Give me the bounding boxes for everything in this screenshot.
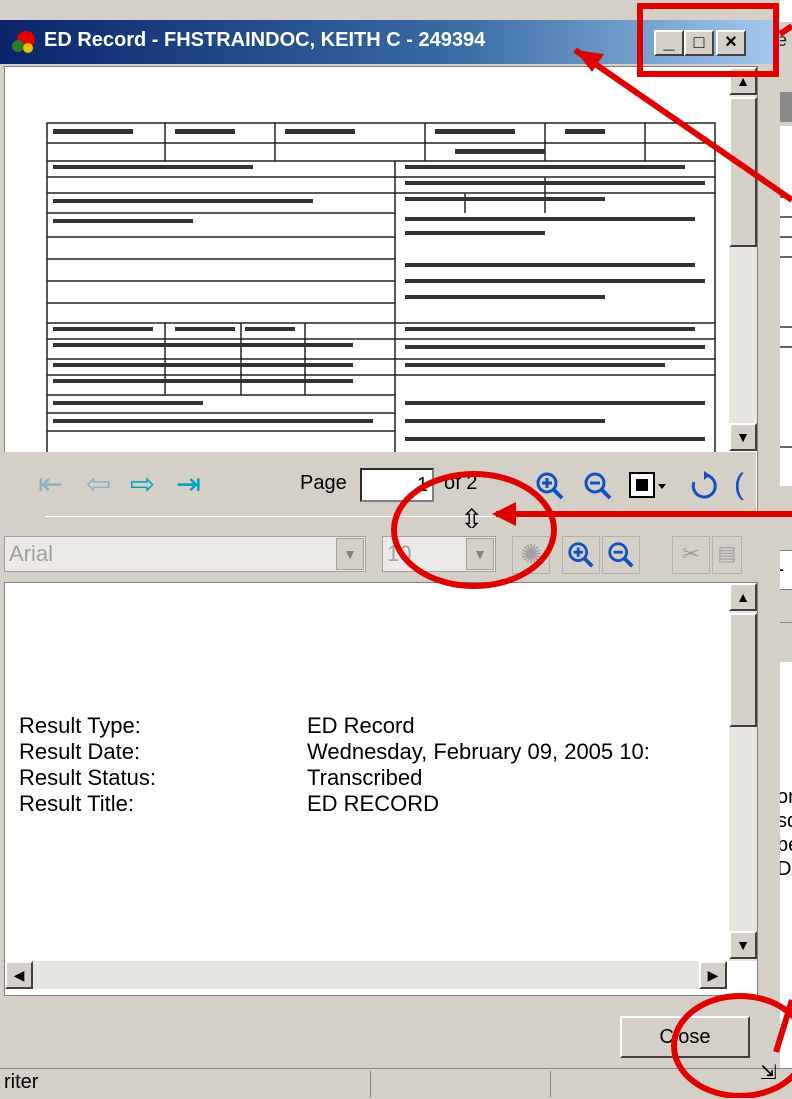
first-page-icon[interactable]: ⇤ xyxy=(38,470,63,500)
font-zoom-out-icon[interactable] xyxy=(602,536,640,574)
text-horizontal-scrollbar[interactable]: ◀ ▶ xyxy=(5,961,727,989)
result-row: Result Type: ED Record xyxy=(19,713,415,739)
scrollbar-thumb[interactable] xyxy=(729,97,757,247)
page-count-label: of 2 xyxy=(444,472,478,494)
result-value: Transcribed xyxy=(307,765,423,790)
fit-page-icon[interactable] xyxy=(628,470,668,502)
maximize-button[interactable]: □ xyxy=(684,30,714,56)
scroll-up-arrow-icon[interactable]: ▲ xyxy=(729,67,757,95)
ed-record-dialog: ED Record - FHSTRAINDOC, KEITH C - 24939… xyxy=(0,0,780,1098)
prev-page-icon[interactable]: ⇦ xyxy=(86,470,111,500)
close-button[interactable]: Close xyxy=(620,1016,750,1058)
close-window-button[interactable]: × xyxy=(716,30,746,56)
status-separator xyxy=(370,1071,371,1097)
result-label: Result Type: xyxy=(19,713,141,738)
status-bar: riter xyxy=(0,1068,792,1099)
scroll-right-arrow-icon[interactable]: ▶ xyxy=(699,961,727,989)
result-label: Result Status: xyxy=(19,765,156,790)
next-page-icon[interactable]: ⇨ xyxy=(130,470,155,500)
font-size-value: 10 xyxy=(387,541,412,566)
chevron-down-icon[interactable]: ▼ xyxy=(336,538,364,570)
title-bar[interactable]: ED Record - FHSTRAINDOC, KEITH C - 24939… xyxy=(0,20,780,64)
font-name-value: Arial xyxy=(9,541,54,566)
result-label: Result Date: xyxy=(19,739,141,764)
status-text: riter xyxy=(4,1071,39,1093)
page-number-input[interactable]: 1 xyxy=(360,468,434,502)
result-value: ED RECORD xyxy=(307,791,440,816)
viewer-vertical-scrollbar[interactable]: ▲ ▼ xyxy=(729,67,757,451)
rotate-ccw-icon[interactable]: ( xyxy=(734,470,744,500)
scroll-down-arrow-icon[interactable]: ▼ xyxy=(729,931,757,959)
text-vertical-scrollbar[interactable]: ▲ ▼ xyxy=(729,583,757,961)
result-value: Wednesday, February 09, 2005 10: xyxy=(307,739,650,764)
result-text-area[interactable]: Result Type: ED Record Result Date: Wednes… xyxy=(4,582,758,996)
scroll-up-arrow-icon[interactable]: ▲ xyxy=(729,583,757,611)
status-separator xyxy=(550,1071,551,1097)
paste-icon[interactable]: ▤ xyxy=(712,536,742,574)
result-row: Result Title: ED RECORD xyxy=(19,791,439,817)
cut-icon[interactable]: ✂ xyxy=(672,536,710,574)
last-page-icon[interactable]: ⇥ xyxy=(176,470,201,500)
font-name-select[interactable]: Arial ▼ xyxy=(4,536,366,572)
stamp-icon[interactable]: ✺ xyxy=(512,536,550,574)
chevron-down-icon[interactable]: ▼ xyxy=(466,538,494,570)
result-label: Result Title: xyxy=(19,791,134,816)
zoom-out-icon[interactable] xyxy=(582,470,614,502)
result-value: ED Record xyxy=(307,713,415,738)
rotate-icon[interactable] xyxy=(688,470,720,502)
font-size-select[interactable]: 10 ▼ xyxy=(382,536,496,572)
font-zoom-in-icon[interactable] xyxy=(562,536,600,574)
scroll-down-arrow-icon[interactable]: ▼ xyxy=(729,423,757,451)
app-icon xyxy=(12,31,35,53)
result-row: Result Status: Transcribed xyxy=(19,765,422,791)
document-viewer[interactable]: ▲ ▼ xyxy=(4,66,758,517)
zoom-in-icon[interactable] xyxy=(534,470,566,502)
page-label: Page xyxy=(300,472,347,494)
scroll-left-arrow-icon[interactable]: ◀ xyxy=(5,961,33,989)
page-navigation-toolbar: ⇤ ⇦ ⇨ ⇥ Page 1 of 2 ( xyxy=(4,452,756,516)
window-title: ED Record - FHSTRAINDOC, KEITH C - 24939… xyxy=(44,29,486,51)
result-row: Result Date: Wednesday, February 09, 2005… xyxy=(19,739,650,765)
formatting-toolbar: Arial ▼ 10 ▼ ✺ ✂ ▤ xyxy=(4,528,756,582)
scrollbar-thumb[interactable] xyxy=(729,613,757,727)
minimize-button[interactable]: _ xyxy=(654,30,684,56)
resize-grip-icon[interactable]: ⇲ xyxy=(760,1060,777,1085)
